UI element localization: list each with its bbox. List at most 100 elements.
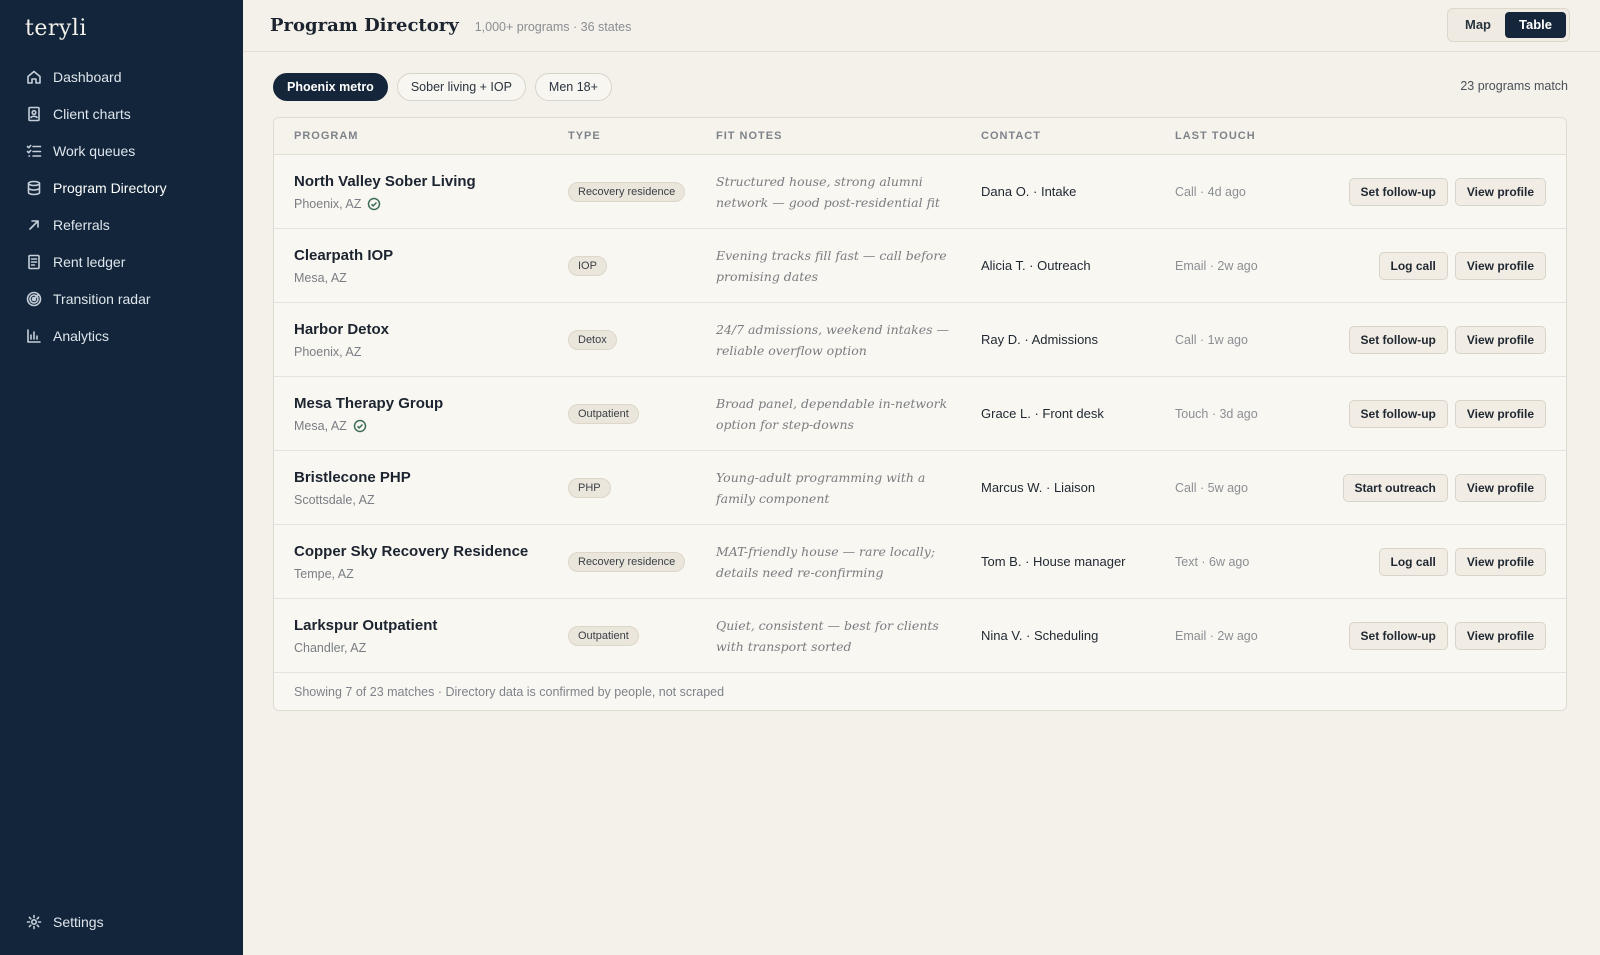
radar-icon (26, 291, 42, 306)
contact: Tom B. · House manager (981, 554, 1126, 569)
program-name[interactable]: Copper Sky Recovery Residence (294, 543, 528, 560)
sidebar-item-transition-radar[interactable]: Transition radar (0, 280, 243, 317)
sidebar-item-analytics[interactable]: Analytics (0, 317, 243, 354)
sidebar-item-label: Rent ledger (53, 253, 126, 270)
last-touch: Email · 2w ago (1175, 628, 1258, 643)
table-row: Larkspur Outpatient Chandler, AZ Outpati… (274, 599, 1566, 673)
program-location: Phoenix, AZ (294, 197, 476, 211)
start-outreach-button[interactable]: Start outreach (1342, 473, 1448, 502)
program-name[interactable]: North Valley Sober Living (294, 173, 476, 190)
home-icon (27, 70, 41, 84)
program-location: Mesa, AZ (294, 419, 443, 433)
brand-logo[interactable]: teryli (25, 16, 87, 41)
verified-check-icon (368, 197, 381, 210)
program-name[interactable]: Harbor Detox (294, 321, 389, 338)
table-row: Clearpath IOP Mesa, AZ IOP Evening track… (274, 229, 1566, 303)
program-cell: North Valley Sober Living Phoenix, AZ (294, 173, 476, 211)
table-footer: Showing 7 of 23 matches · Directory data… (294, 684, 725, 699)
last-touch: Call · 5w ago (1175, 480, 1248, 495)
program-cell: Bristlecone PHP Scottsdale, AZ (294, 469, 411, 507)
filter-chip-sober-living-iop[interactable]: Sober living + IOP (396, 73, 526, 101)
program-location: Tempe, AZ (294, 567, 528, 581)
program-cell: Copper Sky Recovery Residence Tempe, AZ (294, 543, 528, 581)
row-actions: Log call View profile (1378, 251, 1546, 280)
sidebar-item-settings[interactable]: Settings (0, 903, 243, 940)
page-header: Program Directory 1,000+ programs · 36 s… (243, 0, 1600, 52)
filter-chip-men-18[interactable]: Men 18+ (534, 73, 612, 101)
program-name[interactable]: Larkspur Outpatient (294, 617, 437, 634)
view-profile-button[interactable]: View profile (1454, 621, 1546, 650)
column-header-fit-notes: FIT NOTES (716, 130, 783, 142)
fit-notes: Broad panel, dependable in-network optio… (716, 395, 948, 432)
sidebar-item-referrals[interactable]: Referrals (0, 206, 243, 243)
sidebar-item-rent-ledger[interactable]: Rent ledger (0, 243, 243, 280)
fit-notes: Structured house, strong alumni network … (716, 173, 940, 210)
contact: Marcus W. · Liaison (981, 480, 1096, 495)
type-badge: Recovery residence (568, 181, 686, 202)
fit-notes: Quiet, consistent — best for clients wit… (716, 617, 939, 654)
view-profile-button[interactable]: View profile (1454, 473, 1546, 502)
table-row: Mesa Therapy Group Mesa, AZ Outpatient B… (274, 377, 1566, 451)
log-call-button[interactable]: Log call (1378, 547, 1448, 576)
program-location: Mesa, AZ (294, 271, 393, 285)
set-follow-up-button[interactable]: Set follow-up (1348, 399, 1448, 428)
database-icon (27, 180, 41, 195)
sidebar-item-label: Dashboard (53, 68, 122, 85)
arrow-up-right-icon (29, 219, 39, 230)
bar-chart-icon (27, 328, 41, 343)
program-cell: Harbor Detox Phoenix, AZ (294, 321, 389, 359)
table-header: PROGRAM TYPE FIT NOTES CONTACT LAST TOUC… (274, 118, 1566, 155)
ledger-icon (28, 254, 40, 269)
filter-chip-phoenix-metro[interactable]: Phoenix metro (273, 73, 388, 101)
program-name[interactable]: Clearpath IOP (294, 247, 393, 264)
view-profile-button[interactable]: View profile (1454, 177, 1546, 206)
fit-notes: Young-adult programming with a family co… (716, 469, 926, 506)
set-follow-up-button[interactable]: Set follow-up (1348, 325, 1448, 354)
filter-chips: Phoenix metro Sober living + IOP Men 18+ (273, 73, 612, 101)
table-row: Bristlecone PHP Scottsdale, AZ PHP Young… (274, 451, 1566, 525)
column-header-contact: CONTACT (981, 130, 1041, 142)
contact: Alicia T. · Outreach (981, 258, 1091, 273)
set-follow-up-button[interactable]: Set follow-up (1348, 177, 1448, 206)
type-badge: IOP (568, 255, 607, 276)
row-actions: Log call View profile (1378, 547, 1546, 576)
sidebar-item-client-charts[interactable]: Client charts (0, 95, 243, 132)
program-cell: Clearpath IOP Mesa, AZ (294, 247, 393, 285)
table-view-button[interactable]: Table (1505, 12, 1566, 38)
view-profile-button[interactable]: View profile (1454, 325, 1546, 354)
main-content: Program Directory 1,000+ programs · 36 s… (243, 0, 1600, 955)
match-count: 23 programs match (1460, 79, 1568, 93)
program-location: Chandler, AZ (294, 641, 437, 655)
fit-notes: 24/7 admissions, weekend intakes — relia… (716, 321, 949, 358)
last-touch: Call · 4d ago (1175, 184, 1246, 199)
program-table: PROGRAM TYPE FIT NOTES CONTACT LAST TOUC… (273, 117, 1567, 711)
row-actions: Set follow-up View profile (1348, 621, 1546, 650)
sidebar-item-work-queues[interactable]: Work queues (0, 132, 243, 169)
program-location: Phoenix, AZ (294, 345, 389, 359)
table-row: Copper Sky Recovery Residence Tempe, AZ … (274, 525, 1566, 599)
sidebar-item-label: Settings (53, 913, 104, 930)
program-cell: Larkspur Outpatient Chandler, AZ (294, 617, 437, 655)
type-badge: PHP (568, 477, 611, 498)
row-actions: Start outreach View profile (1342, 473, 1546, 502)
table-row: Harbor Detox Phoenix, AZ Detox 24/7 admi… (274, 303, 1566, 377)
last-touch: Email · 2w ago (1175, 258, 1258, 273)
program-name[interactable]: Mesa Therapy Group (294, 395, 443, 412)
program-location-text: Chandler, AZ (294, 640, 367, 655)
map-view-button[interactable]: Map (1451, 12, 1505, 38)
checklist-icon (26, 144, 42, 157)
view-profile-button[interactable]: View profile (1454, 399, 1546, 428)
program-location: Scottsdale, AZ (294, 493, 411, 507)
contact: Grace L. · Front desk (981, 406, 1104, 421)
log-call-button[interactable]: Log call (1378, 251, 1448, 280)
set-follow-up-button[interactable]: Set follow-up (1348, 621, 1448, 650)
sidebar-item-program-directory[interactable]: Program Directory (0, 169, 243, 206)
sidebar-nav: Dashboard Client charts Work queues Prog… (0, 58, 243, 354)
sidebar-item-dashboard[interactable]: Dashboard (0, 58, 243, 95)
verified-check-icon (353, 419, 367, 432)
program-name[interactable]: Bristlecone PHP (294, 469, 411, 486)
type-badge: Recovery residence (568, 551, 686, 572)
sidebar-settings: Settings (0, 903, 243, 940)
view-profile-button[interactable]: View profile (1454, 547, 1546, 576)
view-profile-button[interactable]: View profile (1454, 251, 1546, 280)
